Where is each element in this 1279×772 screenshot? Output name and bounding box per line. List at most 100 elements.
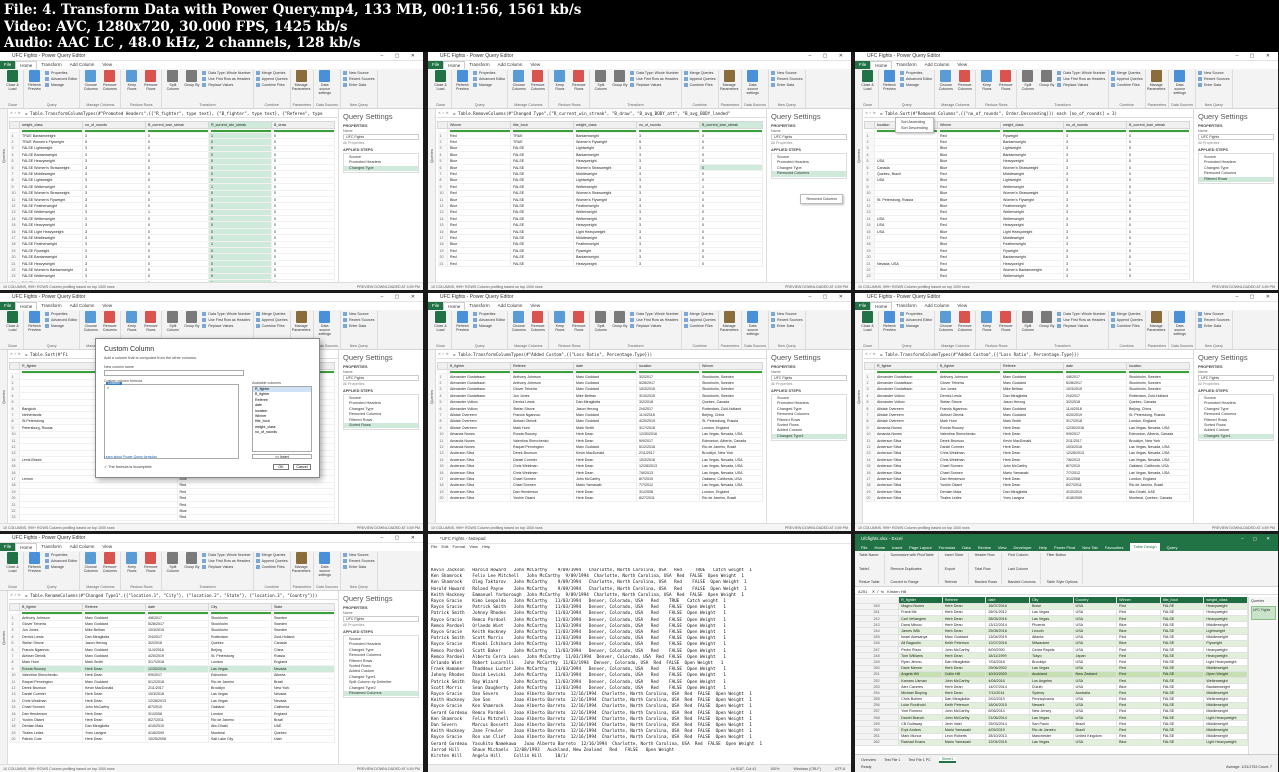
formula-bar[interactable]: = Table.TransformColumnTypes(#"Added Cus… [437, 350, 766, 359]
combine-files-button[interactable]: Combine Files [255, 324, 288, 328]
merge-q-button[interactable]: Merge Queries [255, 312, 288, 316]
tab-add-column[interactable]: Add Column [921, 302, 954, 310]
keep-rows-button[interactable]: Keep Rows [551, 70, 568, 91]
data-preview[interactable]: Winner title_bout weight_class no_of_rounds… [437, 121, 763, 282]
query-name-input[interactable]: UFC Fights [343, 616, 419, 622]
properties-button[interactable]: Properties [45, 71, 77, 75]
choose-columns-button[interactable]: Choose Columns [82, 70, 99, 91]
ribbon-item[interactable]: Total Row [975, 567, 997, 571]
tab-insert[interactable]: Insert [892, 545, 902, 550]
advanced-editor-button[interactable]: Advanced Editor [45, 77, 77, 81]
remove-rows-button[interactable]: Remove Rows [142, 311, 159, 332]
remove-columns-button[interactable]: Remove Columns [956, 70, 973, 91]
formula-bar[interactable]: = Table.RemoveColumns(#"Changed Type",{"… [437, 109, 766, 118]
tab-home[interactable]: Home [15, 61, 38, 69]
data-source-settings-button[interactable]: Data source settings [1171, 311, 1188, 337]
column-header[interactable]: no_of_rounds [636, 121, 700, 129]
append-q-button[interactable]: Append Queries [683, 77, 716, 81]
refresh-preview-button[interactable]: Refresh Preview [881, 311, 898, 332]
ribbon-item[interactable]: Remove Duplicates [891, 567, 934, 571]
tab-add-column[interactable]: Add Column [66, 543, 99, 551]
tab-home[interactable]: Home [15, 302, 38, 310]
new-source-button[interactable]: New Source [343, 312, 375, 316]
ribbon-item[interactable]: Table1 [859, 567, 880, 571]
column-header[interactable]: B_draw [271, 121, 335, 129]
sheet-tab[interactable]: Sheet1 [938, 756, 957, 763]
ribbon-item[interactable]: Resize Table [859, 580, 880, 584]
table-cell[interactable]: USA [1073, 739, 1118, 747]
tab-view[interactable]: View [526, 61, 544, 69]
formula-bar[interactable]: = Table.TransformColumnTypes(#"Added Cus… [864, 350, 1193, 359]
remove-columns-button[interactable]: Remove Columns [529, 311, 546, 332]
split-column-button[interactable]: Split Column [164, 552, 181, 573]
column-header[interactable]: Winner [447, 121, 511, 129]
tab-add-column[interactable]: Add Column [66, 302, 99, 310]
advanced-editor-button[interactable]: Advanced Editor [45, 559, 77, 563]
window-controls[interactable]: – ▢ ✕ [1236, 294, 1275, 300]
tab-home[interactable]: Home [874, 545, 885, 550]
ribbon-item[interactable]: Banded Columns [1008, 580, 1036, 584]
split-column-button[interactable]: Split Column [592, 70, 609, 91]
column-header[interactable]: City [208, 603, 272, 611]
ribbon-item[interactable]: Insert Slicer [945, 553, 964, 557]
column-header[interactable]: date [573, 362, 637, 370]
close-load-button[interactable]: Close & Load [4, 552, 21, 573]
properties-button[interactable]: Properties [900, 312, 932, 316]
queries-pane-collapsed[interactable]: Queries [855, 109, 863, 282]
new-source-button[interactable]: New Source [1198, 312, 1230, 316]
tab-file[interactable]: File [428, 302, 444, 310]
data-source-settings-button[interactable]: Data source settings [744, 311, 761, 337]
replace-button[interactable]: Replace Values [202, 324, 250, 328]
data-type-button[interactable]: Data Type: Whole Number [630, 71, 679, 75]
recent-sources-button[interactable]: Recent Sources [1198, 318, 1230, 322]
manage-parameters-button[interactable]: Manage Parameters [292, 552, 310, 573]
tab-formulas[interactable]: Formulas [939, 545, 956, 550]
window-controls[interactable]: – ▢ ✕ [381, 294, 420, 300]
column-header[interactable]: Winner [699, 362, 763, 370]
queries-pane-collapsed[interactable]: Queries [0, 350, 8, 523]
merge-q-button[interactable]: Merge Queries [683, 312, 716, 316]
tab-developer[interactable]: Developer [1013, 545, 1031, 550]
keep-rows-button[interactable]: Keep Rows [123, 552, 140, 573]
combine-files-button[interactable]: Combine Files [255, 83, 288, 87]
formula-value[interactable]: Kirsten Hill [887, 589, 906, 594]
remove-rows-button[interactable]: Remove Rows [142, 70, 159, 91]
first-row-button[interactable]: Use First Row as Headers [202, 559, 250, 563]
combine-files-button[interactable]: Combine Files [683, 83, 716, 87]
group-by-button[interactable]: Group By [611, 70, 628, 91]
advanced-editor-button[interactable]: Advanced Editor [900, 77, 932, 81]
refresh-preview-button[interactable]: Refresh Preview [26, 552, 43, 573]
window-controls[interactable]: – ▢ ✕ [1236, 53, 1275, 59]
merge-q-button[interactable]: Merge Queries [255, 553, 288, 557]
tab-home[interactable]: Home [443, 61, 466, 69]
insert-button[interactable]: << Insert [252, 454, 312, 459]
ribbon-item[interactable]: First Column [1008, 553, 1036, 557]
refresh-preview-button[interactable]: Refresh Preview [881, 70, 898, 91]
query-name-input[interactable]: UFC Fights [343, 134, 419, 140]
new-source-button[interactable]: New Source [771, 312, 803, 316]
advanced-editor-button[interactable]: Advanced Editor [473, 77, 505, 81]
remove-rows-button[interactable]: Remove Rows [142, 552, 159, 573]
close-load-button[interactable]: Close & Load [432, 70, 449, 91]
properties-button[interactable]: Properties [45, 553, 77, 557]
keep-rows-button[interactable]: Keep Rows [123, 311, 140, 332]
column-header[interactable]: R_current_win_streak [208, 121, 272, 129]
table-cell[interactable]: 12/04/2015 [985, 739, 1030, 747]
properties-button[interactable]: Properties [900, 71, 932, 75]
query-name-input[interactable]: UFC Fights [771, 375, 847, 381]
formula-bar[interactable]: = Table.RenameColumns(#"Changed Type1",{… [9, 591, 338, 600]
ribbon-item[interactable]: Table Name: [859, 553, 880, 557]
keep-rows-button[interactable]: Keep Rows [978, 70, 995, 91]
table-row[interactable]: 23 Red Welterweight 3 0 [864, 273, 1190, 281]
applied-step[interactable]: Filtered Rows [1199, 176, 1273, 182]
group-by-button[interactable]: Group By [183, 70, 200, 91]
manage-parameters-button[interactable]: Manage Parameters [1147, 70, 1165, 91]
tab-table-design[interactable]: Table Design [1130, 543, 1160, 551]
merge-q-button[interactable]: Merge Queries [255, 71, 288, 75]
notepad-menu[interactable]: File Edit Format View Help [428, 544, 851, 551]
column-header[interactable]: R_fighter [874, 362, 938, 370]
column-header[interactable]: date [1063, 362, 1127, 370]
manage-parameters-button[interactable]: Manage Parameters [720, 311, 738, 332]
data-source-settings-button[interactable]: Data source settings [316, 552, 333, 578]
data-preview[interactable]: B_fighter Referee date location Winner 1 Alexa… [437, 362, 763, 523]
